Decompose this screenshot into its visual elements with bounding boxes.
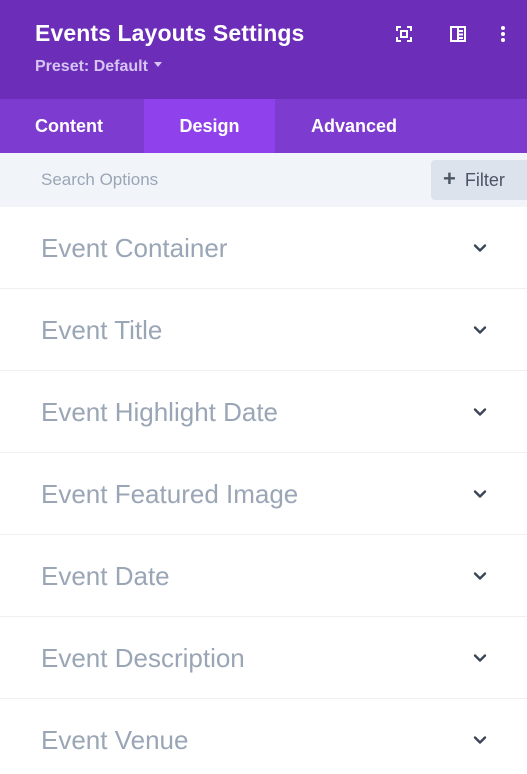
chevron-down-icon <box>473 654 487 662</box>
tab-design[interactable]: Design <box>144 99 275 153</box>
group-event-container[interactable]: Event Container <box>0 207 527 289</box>
group-label: Event Title <box>41 314 163 345</box>
chevron-down-icon <box>473 490 487 498</box>
tab-advanced[interactable]: Advanced <box>275 99 397 153</box>
preset-selector[interactable]: Preset: Default <box>35 58 162 76</box>
group-label: Event Featured Image <box>41 478 299 509</box>
more-options-icon[interactable] <box>493 24 513 44</box>
focus-mode-icon[interactable] <box>394 24 414 44</box>
filter-label: Filter <box>464 169 505 190</box>
search-bar: + Filter <box>0 153 527 207</box>
filter-button[interactable]: + Filter <box>431 160 527 200</box>
panel-title: Events Layouts Settings <box>35 20 305 46</box>
sidebar-toggle-icon[interactable] <box>448 24 468 44</box>
group-event-highlight-date[interactable]: Event Highlight Date <box>0 371 527 453</box>
group-event-venue[interactable]: Event Venue <box>0 699 527 774</box>
chevron-down-icon <box>473 736 487 744</box>
group-event-description[interactable]: Event Description <box>0 617 527 699</box>
preset-label: Preset: Default <box>35 58 148 75</box>
group-label: Event Date <box>41 560 170 591</box>
group-event-title[interactable]: Event Title <box>0 289 527 371</box>
tab-bar: Content Design Advanced <box>0 99 527 153</box>
group-label: Event Description <box>41 642 245 673</box>
caret-down-icon <box>153 62 162 68</box>
group-label: Event Container <box>41 232 228 263</box>
option-groups: Event Container Event Title Event Highli… <box>0 207 527 774</box>
tab-content[interactable]: Content <box>0 99 144 153</box>
panel-header: Events Layouts Settings Preset: Default <box>0 0 527 99</box>
search-input[interactable] <box>0 153 420 207</box>
plus-icon: + <box>443 166 456 191</box>
chevron-down-icon <box>473 408 487 416</box>
chevron-down-icon <box>473 244 487 252</box>
group-event-date[interactable]: Event Date <box>0 535 527 617</box>
chevron-down-icon <box>473 326 487 334</box>
group-label: Event Venue <box>41 724 189 755</box>
settings-panel: Events Layouts Settings Preset: Default <box>0 0 527 774</box>
group-label: Event Highlight Date <box>41 396 279 427</box>
group-event-featured-image[interactable]: Event Featured Image <box>0 453 527 535</box>
chevron-down-icon <box>473 572 487 580</box>
